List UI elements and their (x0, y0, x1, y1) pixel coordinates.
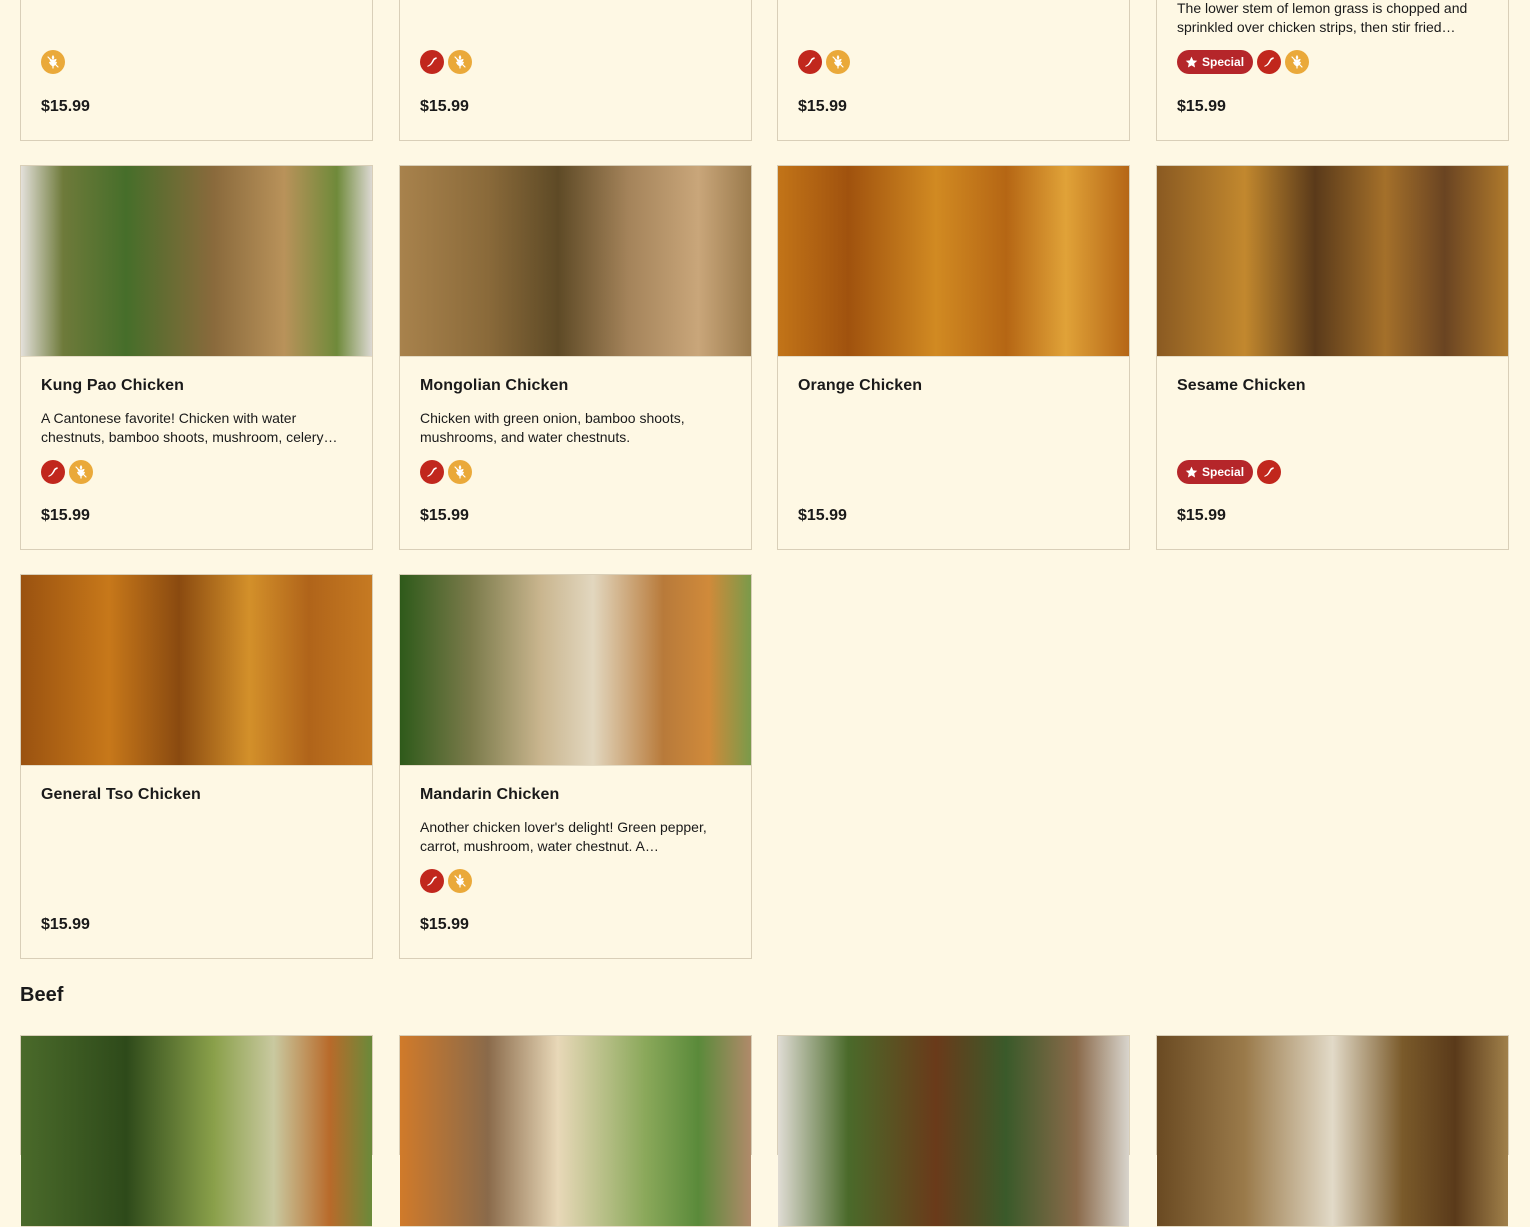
food-photo (778, 166, 1129, 357)
gluten-free-icon (69, 460, 93, 484)
food-photo (778, 1036, 1129, 1227)
food-photo (21, 166, 372, 357)
menu-item-card[interactable] (399, 1035, 752, 1227)
item-tags (41, 460, 93, 484)
menu-item-mandarin-chicken[interactable]: Mandarin Chicken Another chicken lover's… (399, 574, 752, 959)
item-tags (420, 50, 472, 74)
item-price: $15.99 (798, 507, 847, 524)
menu-item-card[interactable]: The lower stem of lemon grass is chopped… (1156, 0, 1509, 141)
food-photo (400, 1036, 751, 1227)
gluten-free-icon (41, 50, 65, 74)
special-label: Special (1202, 465, 1245, 479)
item-description: Another chicken lover's delight! Green p… (420, 819, 707, 854)
menu-item-card[interactable] (777, 1035, 1130, 1227)
item-tags: Special (1177, 460, 1282, 484)
section-title-beef: Beef (20, 984, 64, 1006)
chili-pepper-icon (1257, 50, 1282, 74)
item-description: The lower stem of lemon grass is chopped… (1177, 0, 1468, 35)
food-photo (21, 575, 372, 766)
special-badge: Special (1177, 50, 1254, 74)
menu-item-card[interactable] (1156, 1035, 1509, 1227)
item-price: $15.99 (798, 98, 847, 115)
menu-item-card[interactable] (20, 1035, 373, 1227)
menu-item-general-tso-chicken[interactable]: General Tso Chicken $15.99 (20, 574, 373, 959)
gluten-free-icon (448, 50, 472, 74)
item-price: $15.99 (41, 98, 90, 115)
food-photo (400, 575, 751, 766)
menu-item-orange-chicken[interactable]: Orange Chicken $15.99 (777, 165, 1130, 550)
item-title: Orange Chicken (798, 377, 923, 394)
menu-item-mongolian-chicken[interactable]: Mongolian Chicken Chicken with green oni… (399, 165, 752, 550)
chili-pepper-icon (41, 460, 65, 484)
gluten-free-icon (448, 869, 472, 893)
food-photo (1157, 1036, 1508, 1227)
item-price: $15.99 (420, 507, 469, 524)
chili-pepper-icon (420, 869, 444, 893)
item-price: $15.99 (1177, 98, 1226, 115)
item-tags (41, 50, 65, 74)
item-title: Kung Pao Chicken (41, 377, 184, 394)
item-price: $15.99 (41, 507, 90, 524)
item-price: $15.99 (1177, 507, 1226, 524)
item-tags: Special (1177, 50, 1310, 74)
gluten-free-icon (826, 50, 850, 74)
item-description: Chicken with green onion, bamboo shoots,… (420, 410, 685, 445)
star-icon (1185, 56, 1198, 69)
item-title: Mandarin Chicken (420, 786, 560, 803)
item-price: $15.99 (420, 98, 469, 115)
chili-pepper-icon (798, 50, 822, 74)
special-label: Special (1202, 55, 1245, 69)
food-photo (400, 166, 751, 357)
item-price: $15.99 (41, 916, 90, 933)
chili-pepper-icon (420, 460, 444, 484)
item-price: $15.99 (420, 916, 469, 933)
item-title: Mongolian Chicken (420, 377, 569, 394)
special-badge: Special (1177, 460, 1254, 484)
menu-item-card[interactable]: $15.99 (399, 0, 752, 141)
menu-item-sesame-chicken[interactable]: Sesame Chicken Special $15.99 (1156, 165, 1509, 550)
food-photo (1157, 166, 1508, 357)
gluten-free-icon (448, 460, 472, 484)
item-tags (798, 50, 850, 74)
item-title: General Tso Chicken (41, 786, 201, 803)
gluten-free-icon (1285, 50, 1310, 74)
chili-pepper-icon (420, 50, 444, 74)
menu-item-kung-pao-chicken[interactable]: Kung Pao Chicken A Cantonese favorite! C… (20, 165, 373, 550)
chili-pepper-icon (1257, 460, 1282, 484)
food-photo (21, 1036, 372, 1227)
star-icon (1185, 466, 1198, 479)
menu-item-card[interactable]: $15.99 (20, 0, 373, 141)
item-title: Sesame Chicken (1177, 377, 1306, 394)
item-tags (420, 869, 472, 893)
item-tags (420, 460, 472, 484)
item-description: A Cantonese favorite! Chicken with water… (41, 410, 338, 445)
menu-item-card[interactable]: $15.99 (777, 0, 1130, 141)
